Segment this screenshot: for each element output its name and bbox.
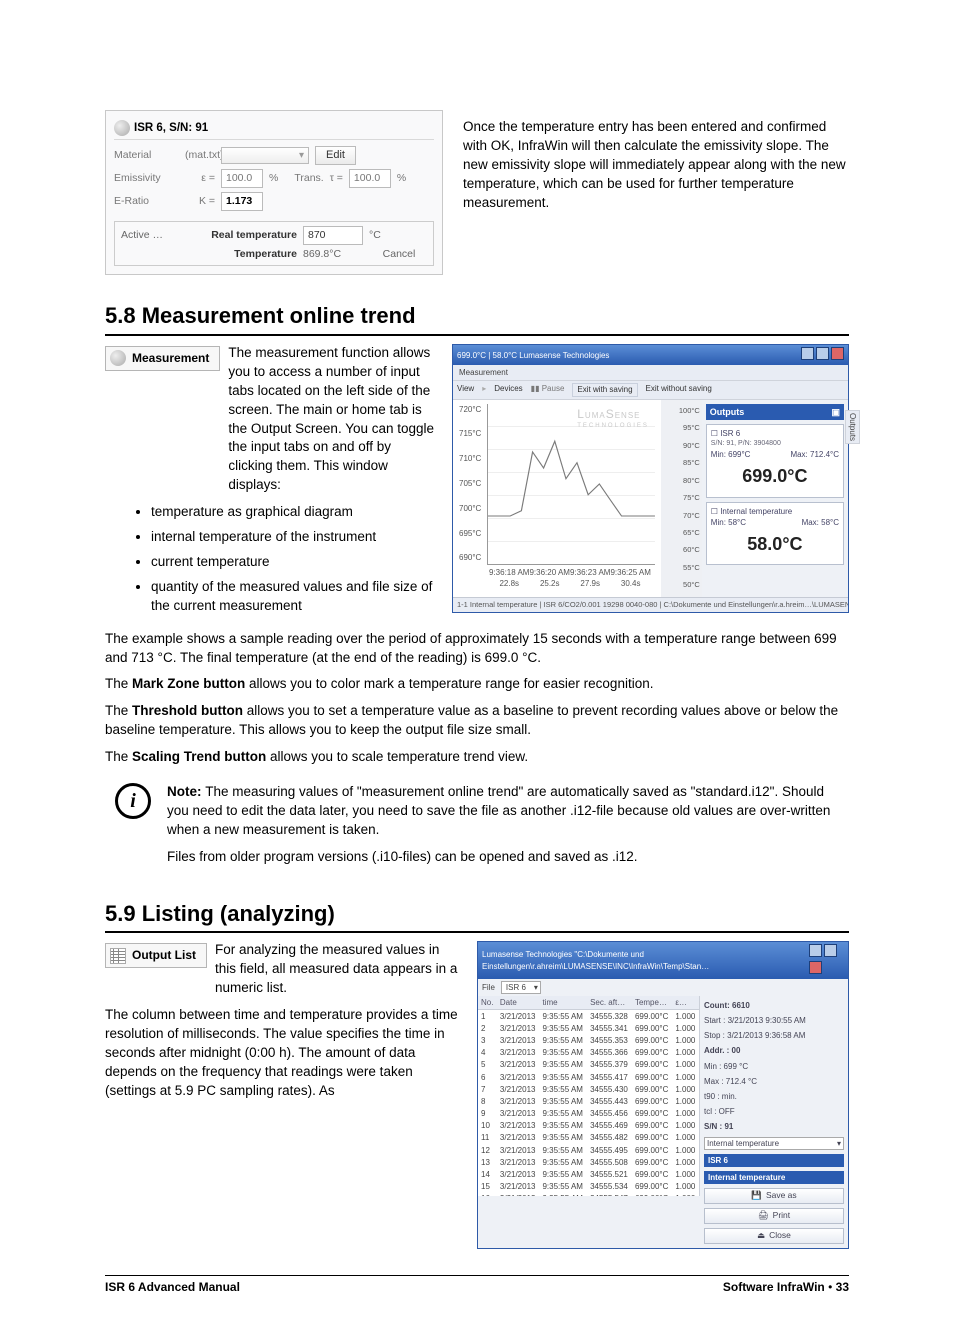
trans-label: Trans. (294, 171, 323, 186)
output-big-1: 699.0°C (711, 460, 839, 493)
s59-lead: For analyzing the measured values in thi… (215, 941, 461, 998)
chart-toolbar: View ▸ Devices ▮▮ Pause Exit with saving… (453, 381, 848, 399)
material-file: (mat.txt) (185, 148, 215, 163)
table-row[interactable]: 123/21/20139:35:55 AM34555.495699.00°C1.… (478, 1144, 699, 1156)
real-temp-input[interactable]: 870 (303, 226, 363, 245)
table-row[interactable]: 163/21/20139:35:55 AM34555.547699.00°C1.… (478, 1193, 699, 1196)
eps-value[interactable]: 100.0 (221, 169, 263, 188)
listing-screenshot: Lumasense Technologies "C:\Dokumente und… (477, 941, 849, 1248)
side-combo[interactable]: Internal temperature▾ (704, 1137, 844, 1150)
count-label: Count: 6610 (704, 1000, 844, 1011)
table-row[interactable]: 43/21/20139:35:55 AM34555.366699.00°C1.0… (478, 1047, 699, 1059)
measurement-icon (110, 350, 126, 366)
chart-statusbar: 1-1 Internal temperature | ISR 6/CO2/0.0… (453, 597, 848, 613)
close-icon: ⏏ (757, 1230, 765, 1242)
table-row[interactable]: 143/21/20139:35:55 AM34555.521699.00°C1.… (478, 1169, 699, 1181)
table-row[interactable]: 13/21/20139:35:55 AM34555.328699.00°C1.0… (478, 1010, 699, 1023)
table-row[interactable]: 83/21/20139:35:55 AM34555.443699.00°C1.0… (478, 1095, 699, 1107)
tau-value[interactable]: 100.0 (349, 169, 391, 188)
temperature-value: 869.8°C (303, 247, 363, 262)
edit-button[interactable]: Edit (315, 146, 356, 165)
listing-side-panel: Count: 6610 Start : 3/21/2013 9:30:55 AM… (700, 996, 848, 1248)
table-row[interactable]: 113/21/20139:35:55 AM34555.482699.00°C1.… (478, 1132, 699, 1144)
save-as-button[interactable]: 💾Save as (704, 1188, 844, 1204)
output-card-1: ☐ ISR 6 S/N: 91, P/N: 3904800 Min: 699°C… (706, 424, 844, 497)
page-footer: ISR 6 Advanced Manual Software InfraWin … (105, 1275, 849, 1296)
chart-window-title: 699.0°C | 58.0°C Lumasense Technologies (457, 350, 609, 361)
table-row[interactable]: 73/21/20139:35:55 AM34555.430699.00°C1.0… (478, 1083, 699, 1095)
listing-table: No.DatetimeSec. aft…Tempe…ε… 13/21/20139… (478, 996, 699, 1196)
real-temp-label: Real temperature (187, 228, 297, 243)
table-row[interactable]: 93/21/20139:35:55 AM34555.456699.00°C1.0… (478, 1108, 699, 1120)
section-5-9-heading: 5.9 Listing (analyzing) (105, 899, 849, 934)
window-buttons[interactable] (799, 347, 844, 363)
eps-eq: ε = (185, 171, 215, 186)
emissivity-label: Emissivity (114, 171, 179, 186)
list-icon (110, 948, 126, 964)
info-icon: i (115, 783, 151, 819)
table-row[interactable]: 133/21/20139:35:55 AM34555.508699.00°C1.… (478, 1156, 699, 1168)
pct2: % (397, 171, 406, 186)
chart-menu[interactable]: Measurement (453, 365, 848, 381)
device-icon (114, 120, 130, 136)
note-block: i Note: The measuring values of "measure… (105, 775, 849, 883)
panel-title: ISR 6, S/N: 91 (134, 120, 208, 136)
active-block: Active … Real temperature 870 °C Tempera… (114, 221, 434, 266)
active-label: Active … (121, 228, 181, 243)
isr6-panel: ISR 6, S/N: 91 Material (mat.txt) ▾ Edit… (105, 110, 443, 275)
tool-exit-nosave[interactable]: Exit without saving (646, 383, 712, 396)
output-big-2: 58.0°C (711, 528, 839, 561)
tool-exit-save[interactable]: Exit with saving (572, 383, 637, 396)
temperature-label: Temperature (187, 247, 297, 262)
intro-paragraph: Once the temperature entry has been ente… (463, 118, 849, 212)
pct1: % (269, 171, 278, 186)
list-file-menu[interactable]: File (482, 982, 495, 993)
section-5-8-heading: 5.8 Measurement online trend (105, 301, 849, 336)
tau-eq: τ = (330, 171, 343, 186)
list-window-buttons[interactable] (807, 944, 844, 976)
output-list-badge: Output List (105, 943, 207, 968)
k-eq: K = (185, 194, 215, 209)
s58-example: The example shows a sample reading over … (105, 630, 849, 668)
table-row[interactable]: 103/21/20139:35:55 AM34555.469699.00°C1.… (478, 1120, 699, 1132)
table-row[interactable]: 53/21/20139:35:55 AM34555.379699.00°C1.0… (478, 1059, 699, 1071)
eratio-label: E-Ratio (114, 194, 179, 209)
material-label: Material (114, 148, 179, 163)
measurement-screenshot: 699.0°C | 58.0°C Lumasense Technologies … (452, 344, 849, 613)
cancel-button[interactable]: Cancel (369, 247, 429, 262)
close-button[interactable]: ⏏Close (704, 1228, 844, 1244)
table-row[interactable]: 153/21/20139:35:55 AM34555.534699.00°C1.… (478, 1181, 699, 1193)
outputs-pin-icon[interactable]: ▣ (831, 406, 840, 419)
device-select[interactable]: ISR 6▾ (501, 981, 541, 994)
table-row[interactable]: 23/21/20139:35:55 AM34555.341699.00°C1.0… (478, 1022, 699, 1034)
outputs-tab-label[interactable]: Outputs (845, 410, 860, 444)
print-icon: 🖨 (758, 1210, 769, 1222)
outputs-header: Outputs (710, 406, 745, 419)
trend-plot: LumaSense TECHNOLOGIES (487, 404, 655, 565)
side-int-hdr: Internal temperature (704, 1171, 844, 1184)
real-temp-unit: °C (369, 228, 429, 243)
save-icon: 💾 (751, 1190, 762, 1202)
measurement-badge: Measurement (105, 346, 220, 371)
s58-scaling: The Scaling Trend button allows you to s… (105, 748, 849, 767)
tool-view[interactable]: View (457, 383, 474, 396)
s58-mark: The Mark Zone button allows you to color… (105, 675, 849, 694)
table-row[interactable]: 33/21/20139:35:55 AM34555.353699.00°C1.0… (478, 1034, 699, 1046)
tool-pause[interactable]: Pause (542, 384, 565, 393)
side-dev-hdr: ISR 6 (704, 1154, 844, 1167)
s58-lead: The measurement function allows you to a… (228, 344, 438, 495)
list-window-title: Lumasense Technologies "C:\Dokumente und… (482, 949, 807, 971)
footer-left: ISR 6 Advanced Manual (105, 1279, 240, 1296)
k-value[interactable]: 1.173 (221, 192, 263, 211)
s58-threshold: The Threshold button allows you to set a… (105, 702, 849, 740)
material-combo[interactable]: ▾ (221, 147, 309, 164)
table-row[interactable]: 63/21/20139:35:55 AM34555.417699.00°C1.0… (478, 1071, 699, 1083)
tool-devices[interactable]: Devices (494, 383, 522, 396)
output-card-2: ☐ Internal temperature Min: 58°CMax: 58°… (706, 502, 844, 566)
print-button[interactable]: 🖨Print (704, 1208, 844, 1224)
note-line2: Files from older program versions (.i10-… (167, 848, 849, 867)
